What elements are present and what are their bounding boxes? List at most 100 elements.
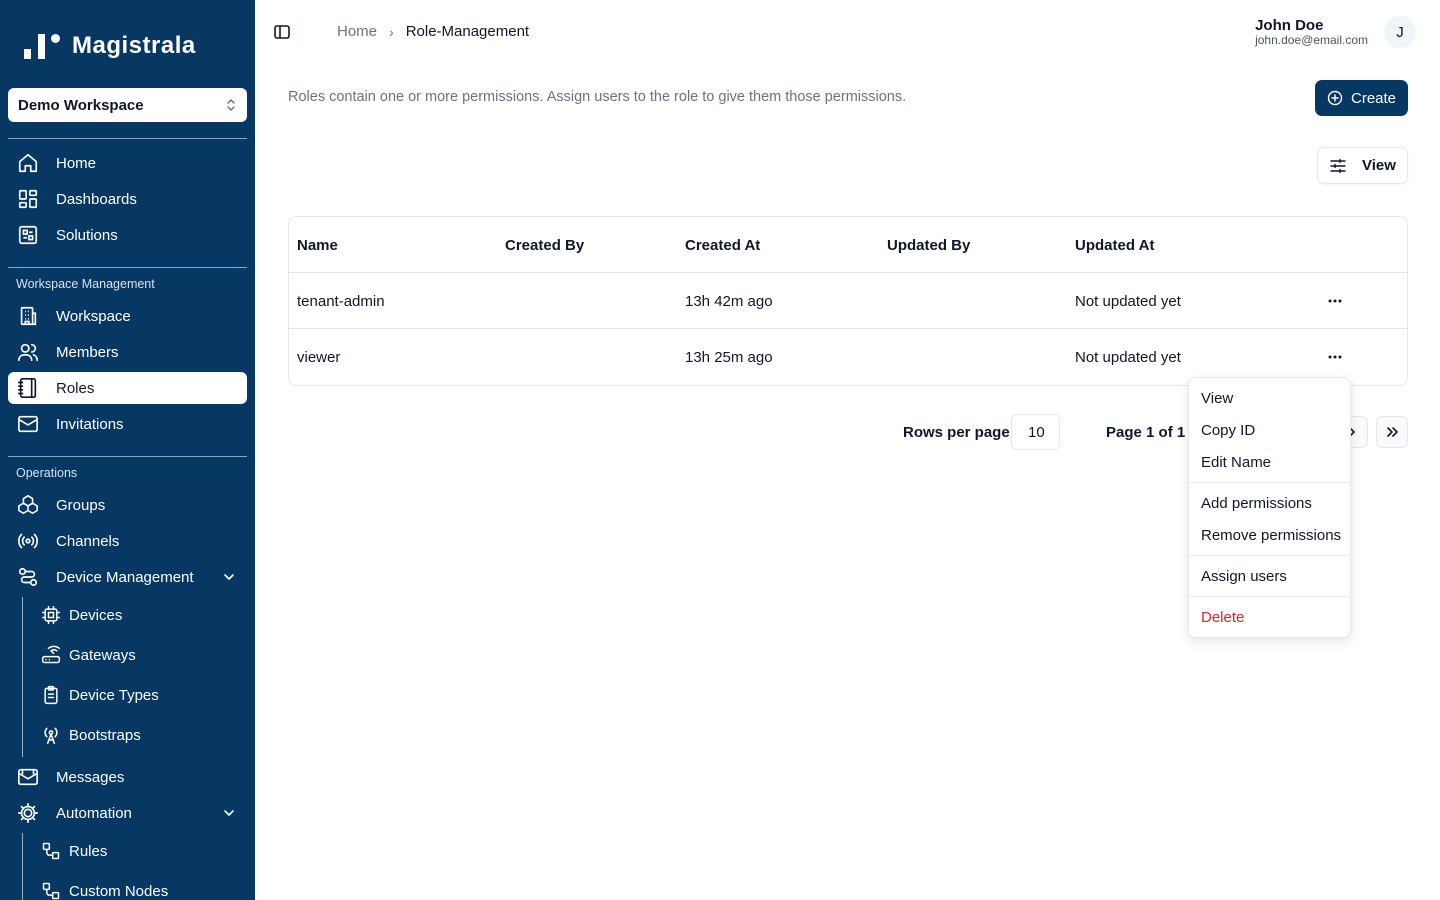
sidebar-item-label: Device Management <box>56 568 194 586</box>
sidebar-item-bootstraps[interactable]: Bootstraps <box>36 719 246 751</box>
sidebar-item-members[interactable]: Members <box>8 336 247 368</box>
view-options-button[interactable]: View <box>1317 147 1408 184</box>
cell-updated-at: Not updated yet <box>1075 292 1181 310</box>
sidebar-item-device-management[interactable]: Device Management <box>8 561 247 593</box>
sidebar-item-custom-nodes[interactable]: Custom Nodes <box>36 875 246 900</box>
sidebar-item-device-types[interactable]: Device Types <box>36 679 246 711</box>
mail-open-icon <box>16 765 40 789</box>
create-button-label: Create <box>1351 89 1397 107</box>
sidebar-item-label: Workspace <box>56 307 131 325</box>
chevrons-right-icon <box>1387 427 1398 437</box>
last-page-button[interactable] <box>1376 416 1408 448</box>
chevron-down-icon <box>224 810 234 816</box>
page-description: Roles contain one or more permissions. A… <box>288 89 907 105</box>
column-header-name[interactable]: Name <box>297 217 338 273</box>
sidebar-item-label: Gateways <box>69 646 136 664</box>
more-horizontal-icon[interactable] <box>1327 349 1343 365</box>
section-label-workspace-management: Workspace Management <box>16 277 155 291</box>
menu-item-assign-users[interactable]: Assign users <box>1201 565 1287 587</box>
chevron-down-icon <box>224 574 234 580</box>
menu-separator <box>1189 596 1350 597</box>
breadcrumb-current: Role-Management <box>405 23 530 40</box>
sidebar-item-label: Groups <box>56 496 106 514</box>
sidebar-toggle-icon[interactable] <box>273 23 291 41</box>
sidebar-item-messages[interactable]: Messages <box>8 761 247 793</box>
sidebar-divider <box>8 456 247 457</box>
cell-updated-at: Not updated yet <box>1075 348 1181 366</box>
menu-separator <box>1189 482 1350 483</box>
cpu-icon <box>40 604 62 626</box>
dashboard-icon <box>16 187 40 211</box>
column-header-updated-by[interactable]: Updated By <box>887 217 970 273</box>
workspace-select[interactable]: Demo Workspace <box>8 88 247 122</box>
breadcrumb: Home › Role-Management <box>337 23 529 40</box>
user-info[interactable]: John Doe john.doe@email.com <box>1255 17 1368 46</box>
sidebar-item-label: Members <box>56 343 119 361</box>
workspace-select-value: Demo Workspace <box>18 96 144 114</box>
section-label-operations: Operations <box>16 466 78 480</box>
breadcrumb-home[interactable]: Home <box>337 23 377 40</box>
submenu-line <box>22 833 23 900</box>
column-header-updated-at[interactable]: Updated At <box>1075 217 1154 273</box>
sidebar-item-label: Dashboards <box>56 190 137 208</box>
sidebar-item-roles[interactable]: Roles <box>8 372 247 404</box>
cell-created-at: 13h 42m ago <box>685 292 773 310</box>
sidebar: Magistrala Demo Workspace Home Dashboard… <box>0 0 255 900</box>
boxes-icon <box>16 493 40 517</box>
submenu-line <box>22 597 23 757</box>
sidebar-item-channels[interactable]: Channels <box>8 525 247 557</box>
roles-table: Name Created By Created At Updated By Up… <box>288 216 1408 386</box>
brand-name: Magistrala <box>72 32 196 59</box>
sidebar-item-groups[interactable]: Groups <box>8 489 247 521</box>
sidebar-item-workspace[interactable]: Workspace <box>8 300 247 332</box>
menu-item-add-permissions[interactable]: Add permissions <box>1201 492 1312 514</box>
workflow-icon <box>40 880 62 900</box>
rows-per-page-select[interactable]: 10 <box>1011 414 1060 450</box>
user-name: John Doe <box>1255 17 1324 34</box>
create-button[interactable]: Create <box>1315 80 1408 116</box>
menu-item-remove-permissions[interactable]: Remove permissions <box>1201 524 1341 546</box>
plus-circle-icon <box>1327 90 1343 106</box>
sidebar-item-solutions[interactable]: Solutions <box>8 219 247 251</box>
cell-created-at: 13h 25m ago <box>685 348 773 366</box>
sidebar-item-label: Rules <box>69 842 108 860</box>
sidebar-item-label: Devices <box>69 606 123 624</box>
sidebar-item-dashboards[interactable]: Dashboards <box>8 183 247 215</box>
logo-mark-icon <box>24 31 62 61</box>
router-icon <box>40 644 62 666</box>
chevron-right-icon: › <box>389 23 394 40</box>
sidebar-divider <box>8 138 247 139</box>
menu-item-edit-name[interactable]: Edit Name <box>1201 451 1271 473</box>
menu-item-copy-id[interactable]: Copy ID <box>1201 419 1255 441</box>
brand-logo[interactable]: Magistrala <box>24 30 196 62</box>
cell-name: tenant-admin <box>297 292 385 310</box>
chevrons-up-down-icon <box>227 99 235 111</box>
sidebar-item-automation[interactable]: Automation <box>8 797 247 829</box>
sidebar-item-home[interactable]: Home <box>8 147 247 179</box>
avatar[interactable]: J <box>1384 16 1416 48</box>
table-row[interactable]: tenant-admin 13h 42m ago Not updated yet <box>289 273 1407 329</box>
solutions-icon <box>16 223 40 247</box>
cell-name: viewer <box>297 348 341 366</box>
sidebar-item-rules[interactable]: Rules <box>36 835 246 867</box>
column-header-created-by[interactable]: Created By <box>505 217 584 273</box>
sidebar-item-label: Device Types <box>69 686 159 704</box>
users-icon <box>16 340 40 364</box>
menu-item-delete[interactable]: Delete <box>1201 606 1244 628</box>
row-actions-menu: View Copy ID Edit Name Add permissions R… <box>1188 377 1351 638</box>
more-horizontal-icon[interactable] <box>1327 293 1343 309</box>
column-header-created-at[interactable]: Created At <box>685 217 760 273</box>
sidebar-item-gateways[interactable]: Gateways <box>36 639 246 671</box>
sidebar-divider <box>8 267 247 268</box>
sliders-icon <box>1330 158 1346 173</box>
notebook-icon <box>16 376 40 400</box>
route-icon <box>16 565 40 589</box>
sidebar-item-label: Home <box>56 154 97 172</box>
sidebar-item-invitations[interactable]: Invitations <box>8 408 247 440</box>
building-icon <box>16 304 40 328</box>
table-header-row: Name Created By Created At Updated By Up… <box>289 217 1407 273</box>
clipboard-icon <box>40 684 62 706</box>
antenna-icon <box>40 724 62 746</box>
sidebar-item-devices[interactable]: Devices <box>36 599 246 631</box>
menu-item-view[interactable]: View <box>1201 387 1233 409</box>
